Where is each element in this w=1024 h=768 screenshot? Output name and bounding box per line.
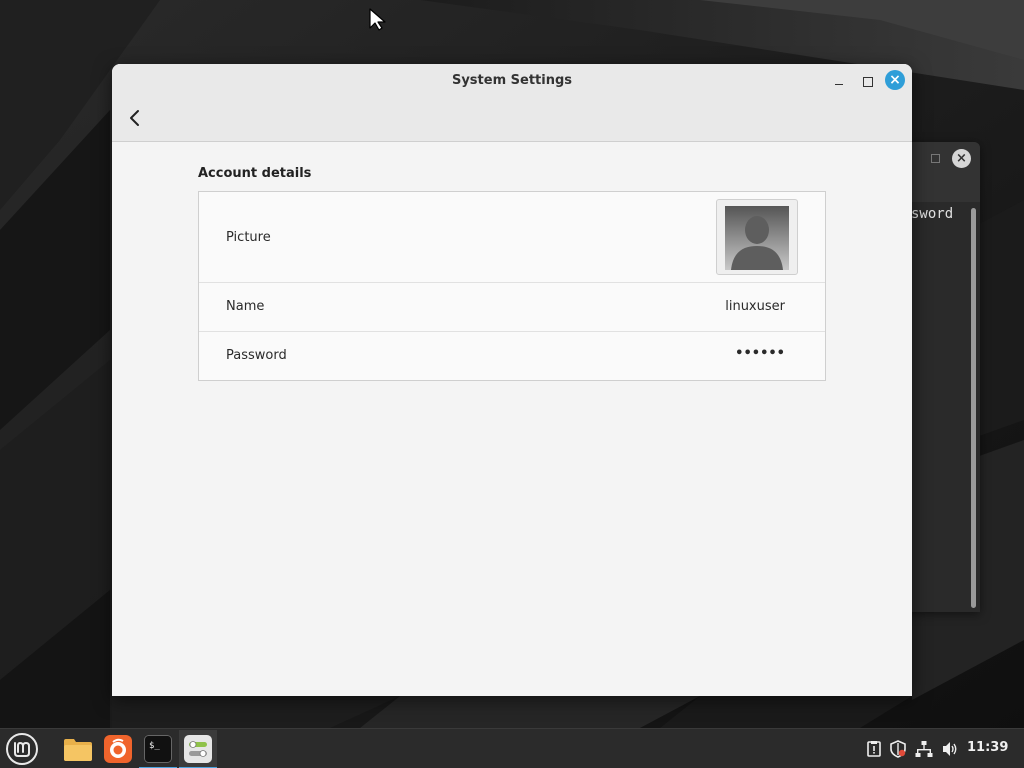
update-manager-icon (867, 741, 881, 757)
terminal-scrollbar[interactable] (971, 208, 976, 608)
maximize-button[interactable] (860, 74, 874, 88)
system-settings-launcher[interactable] (179, 730, 217, 768)
folder-icon (64, 739, 92, 761)
volume-icon (943, 742, 957, 756)
terminal-icon: $_ (144, 735, 172, 763)
picture-button[interactable] (716, 199, 798, 275)
section-title: Account details (198, 166, 312, 181)
clock[interactable]: 11:39 (967, 740, 1008, 755)
settings-icon (184, 735, 212, 763)
name-value[interactable]: linuxuser (725, 299, 785, 314)
close-icon: × (889, 72, 901, 88)
shield-icon (890, 740, 906, 758)
firefox-launcher[interactable] (99, 730, 137, 768)
close-button[interactable]: × (885, 70, 905, 90)
files-launcher[interactable] (59, 730, 97, 768)
minimize-button[interactable] (832, 74, 846, 88)
window-titlebar[interactable]: System Settings × (112, 64, 912, 142)
password-label: Password (226, 348, 287, 363)
shield-tray[interactable] (888, 739, 908, 759)
name-label: Name (226, 299, 265, 314)
name-row[interactable]: Name linuxuser (199, 283, 825, 332)
taskbar: $_ 11:39 (0, 728, 1024, 768)
system-settings-window: System Settings × Account details Pictur… (112, 64, 912, 696)
firefox-icon (104, 735, 132, 763)
network-icon (915, 741, 933, 757)
volume-tray[interactable] (940, 739, 960, 759)
update-manager-tray[interactable] (864, 739, 884, 759)
picture-row: Picture (199, 192, 825, 283)
user-avatar-icon (725, 206, 789, 270)
password-value[interactable]: •••••• (735, 346, 785, 361)
terminal-close-button[interactable]: × (952, 149, 971, 168)
mouse-pointer-icon (369, 8, 386, 31)
chevron-left-icon (130, 110, 139, 126)
mint-menu-button[interactable] (6, 733, 38, 765)
network-tray[interactable] (914, 739, 934, 759)
back-button[interactable] (124, 106, 146, 130)
terminal-maximize-button[interactable] (931, 154, 940, 163)
linux-mint-logo-icon (14, 741, 30, 757)
account-details-card: Picture Name linuxuser Password •••••• (198, 191, 826, 381)
terminal-text: sword (911, 206, 954, 222)
password-row[interactable]: Password •••••• (199, 332, 825, 380)
terminal-launcher[interactable]: $_ (139, 730, 177, 768)
svg-text:$_: $_ (149, 741, 160, 751)
window-title: System Settings (451, 73, 573, 88)
picture-label: Picture (226, 230, 271, 245)
